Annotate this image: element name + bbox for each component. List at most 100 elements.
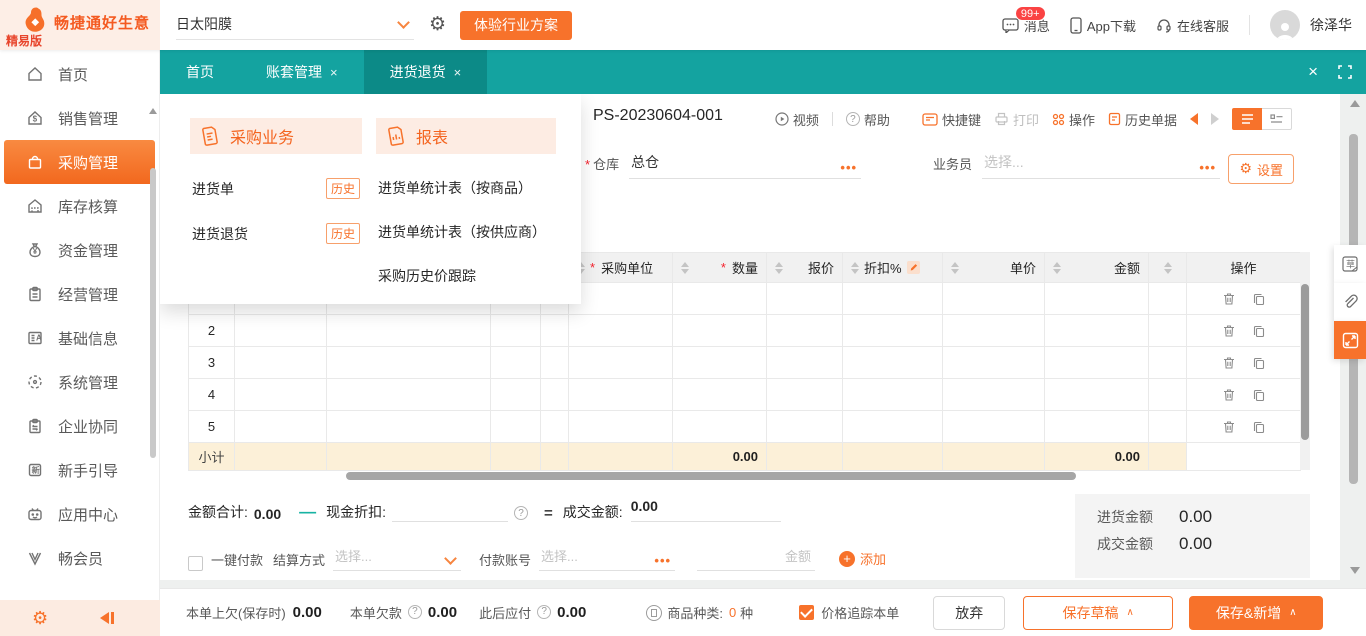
pay-amount-input[interactable]: 金额 bbox=[697, 546, 815, 571]
app-download-link[interactable]: App下载 bbox=[1070, 16, 1136, 35]
save-draft-button[interactable]: 保存草稿 bbox=[1023, 596, 1173, 630]
sort-icon[interactable] bbox=[681, 262, 689, 274]
sort-icon[interactable] bbox=[775, 262, 783, 274]
attachment-button[interactable] bbox=[1334, 283, 1366, 321]
trial-plan-button[interactable]: 体验行业方案 bbox=[460, 11, 572, 40]
sidebar-item-app-center[interactable]: 应用中心 bbox=[0, 492, 159, 536]
sidebar-item-sales[interactable]: $ 销售管理 bbox=[0, 96, 159, 140]
list-view-button[interactable] bbox=[1232, 108, 1262, 130]
table-row[interactable]: 2 bbox=[189, 315, 1301, 347]
salesman-input[interactable]: 选择... ••• bbox=[982, 152, 1220, 179]
sort-icon[interactable] bbox=[1164, 262, 1172, 274]
next-document-icon[interactable] bbox=[1211, 113, 1219, 125]
menu-item-report-by-supplier[interactable]: 进货单统计表（按供应商） bbox=[376, 222, 556, 242]
question-circle-icon[interactable] bbox=[537, 605, 551, 619]
expand-button[interactable] bbox=[1334, 321, 1366, 359]
edit-icon[interactable] bbox=[907, 261, 920, 274]
pay-account-select[interactable]: 选择... ••• bbox=[539, 546, 675, 571]
save-and-new-button[interactable]: 保存&新增 bbox=[1189, 596, 1323, 630]
menu-item-price-history[interactable]: 采购历史价跟踪 bbox=[376, 266, 556, 286]
hotkeys-button[interactable]: 快捷键 bbox=[922, 110, 981, 129]
delete-row-icon[interactable] bbox=[1222, 292, 1236, 306]
sidebar-scroll-thumb[interactable] bbox=[150, 168, 156, 458]
settings-button[interactable]: ⚙ 设置 bbox=[1228, 154, 1294, 184]
sort-icon[interactable] bbox=[1053, 262, 1061, 274]
close-tab-icon[interactable]: × bbox=[330, 65, 338, 80]
sidebar-item-basic-info[interactable]: A 基础信息 bbox=[0, 316, 159, 360]
account-set-select[interactable]: 日太阳膜 bbox=[176, 9, 414, 40]
copy-row-icon[interactable] bbox=[1252, 388, 1266, 402]
deal-amount-input[interactable]: 0.00 bbox=[631, 498, 781, 522]
user-avatar[interactable] bbox=[1270, 10, 1300, 40]
copy-row-icon[interactable] bbox=[1252, 324, 1266, 338]
history-documents-button[interactable]: 历史单据 bbox=[1108, 110, 1177, 129]
messages-link[interactable]: 消息 99+ bbox=[1002, 16, 1050, 35]
sidebar-item-home[interactable]: 首页 bbox=[0, 52, 159, 96]
sidebar-item-beginner-guide[interactable]: 新 新手引导 bbox=[0, 448, 159, 492]
checked-checkbox-icon[interactable] bbox=[799, 605, 814, 620]
tab-purchase-return[interactable]: 进货退货× bbox=[364, 50, 488, 94]
table-scroll-thumb[interactable] bbox=[1301, 284, 1309, 440]
delete-row-icon[interactable] bbox=[1222, 324, 1236, 338]
table-hscroll-thumb[interactable] bbox=[346, 472, 1076, 480]
delete-row-icon[interactable] bbox=[1222, 388, 1236, 402]
add-payment-button[interactable]: + 添加 bbox=[839, 549, 886, 571]
close-all-tabs-icon[interactable]: × bbox=[1308, 62, 1318, 82]
table-row[interactable]: 5 bbox=[189, 411, 1301, 443]
delete-row-icon[interactable] bbox=[1222, 420, 1236, 434]
table-horizontal-scrollbar[interactable] bbox=[188, 470, 1310, 482]
sidebar-item-operations[interactable]: 经营管理 bbox=[0, 272, 159, 316]
prev-document-icon[interactable] bbox=[1190, 113, 1198, 125]
video-button[interactable]: 视频 bbox=[775, 110, 819, 129]
sidebar-item-inventory[interactable]: 库存核算 bbox=[0, 184, 159, 228]
table-row[interactable]: 4 bbox=[189, 379, 1301, 411]
sidebar-item-collaboration[interactable]: 企业协同 bbox=[0, 404, 159, 448]
scroll-down-icon[interactable] bbox=[1350, 567, 1360, 574]
tab-account-management[interactable]: 账套管理× bbox=[240, 50, 364, 94]
sidebar-settings-gear-icon[interactable]: ⚙ bbox=[32, 608, 48, 629]
one-click-pay-checkbox[interactable] bbox=[188, 556, 203, 571]
print-button[interactable]: 打印 bbox=[994, 110, 1039, 129]
table-vertical-scrollbar[interactable] bbox=[1300, 252, 1310, 470]
sidebar-item-member[interactable]: 畅会员 bbox=[0, 536, 159, 580]
sort-icon[interactable] bbox=[951, 262, 959, 274]
draft-button[interactable]: 草 bbox=[1334, 245, 1366, 283]
ellipsis-picker-icon[interactable]: ••• bbox=[654, 557, 671, 565]
copy-row-icon[interactable] bbox=[1252, 356, 1266, 370]
history-badge[interactable]: 历史 bbox=[326, 178, 360, 199]
scroll-up-icon[interactable] bbox=[149, 108, 157, 114]
actions-button[interactable]: 操作 bbox=[1052, 110, 1095, 129]
menu-item-purchase-return[interactable]: 进货退货 历史 bbox=[190, 223, 362, 244]
question-circle-icon[interactable] bbox=[514, 506, 528, 520]
detail-view-button[interactable] bbox=[1262, 108, 1292, 130]
username-label[interactable]: 徐泽华 bbox=[1310, 15, 1352, 35]
sidebar-item-funds[interactable]: ¥ 资金管理 bbox=[0, 228, 159, 272]
ellipsis-picker-icon[interactable]: ••• bbox=[840, 164, 857, 172]
menu-item-purchase-order[interactable]: 进货单 历史 bbox=[190, 178, 362, 199]
sidebar-scrollbar[interactable] bbox=[149, 108, 157, 636]
copy-row-icon[interactable] bbox=[1252, 420, 1266, 434]
menu-item-report-by-product[interactable]: 进货单统计表（按商品） bbox=[376, 178, 556, 198]
history-badge[interactable]: 历史 bbox=[326, 223, 360, 244]
sidebar-item-purchase[interactable]: 采购管理 bbox=[4, 140, 155, 184]
warehouse-input[interactable]: 总仓 ••• bbox=[629, 152, 861, 179]
copy-row-icon[interactable] bbox=[1252, 292, 1266, 306]
help-button[interactable]: 帮助 bbox=[846, 110, 890, 129]
collapse-sidebar-icon[interactable] bbox=[100, 612, 114, 624]
close-tab-icon[interactable]: × bbox=[454, 65, 462, 80]
abandon-button[interactable]: 放弃 bbox=[933, 596, 1005, 630]
price-track-toggle[interactable]: 价格追踪本单 bbox=[799, 603, 899, 622]
sort-icon[interactable] bbox=[851, 262, 859, 274]
sidebar-item-system[interactable]: 系统管理 bbox=[0, 360, 159, 404]
online-support-link[interactable]: 在线客服 bbox=[1156, 16, 1229, 35]
ellipsis-picker-icon[interactable]: ••• bbox=[1199, 164, 1216, 172]
fullscreen-icon[interactable] bbox=[1338, 65, 1352, 79]
question-circle-icon[interactable] bbox=[408, 605, 422, 619]
settle-method-select[interactable]: 选择... bbox=[333, 546, 461, 571]
account-settings-gear-icon[interactable]: ⚙ bbox=[429, 13, 446, 35]
table-row[interactable]: 3 bbox=[189, 347, 1301, 379]
cash-discount-input[interactable] bbox=[392, 498, 508, 522]
delete-row-icon[interactable] bbox=[1222, 356, 1236, 370]
tab-home[interactable]: 首页 bbox=[160, 50, 240, 94]
scroll-up-icon[interactable] bbox=[1350, 100, 1360, 107]
